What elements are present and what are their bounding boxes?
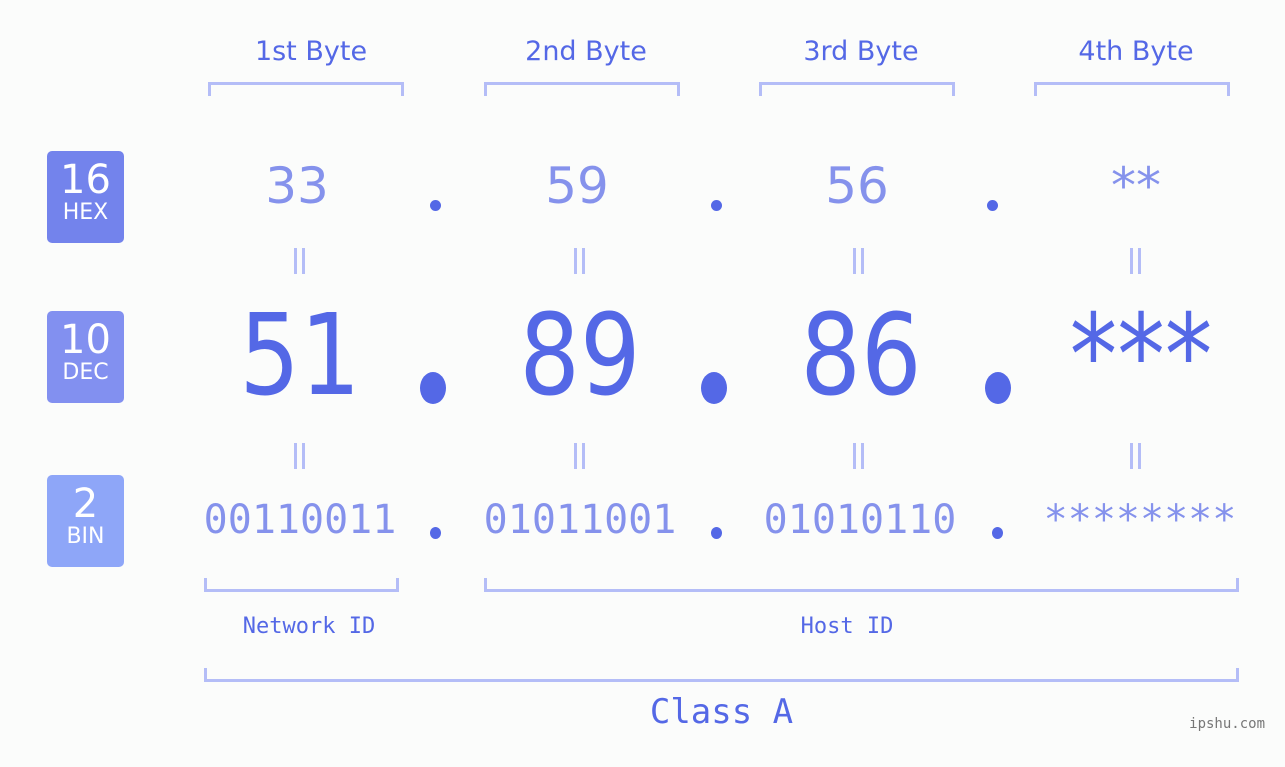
hex-dot-1 [430,200,441,211]
bin-dot-3 [992,527,1003,539]
dec-byte-1: 51 [239,291,361,421]
hex-dot-3 [987,200,998,211]
equals-icon [572,443,586,469]
bin-byte-3: 01010110 [763,497,957,543]
bin-byte-1: 00110011 [203,497,397,543]
hex-byte-2: 59 [545,157,609,215]
network-id-label: Network ID [242,614,376,639]
host-id-bracket [484,578,1239,592]
class-bracket [204,668,1239,682]
equals-icon [292,443,306,469]
dec-badge: 10 DEC [47,311,124,403]
bin-badge-base: 2 [72,481,99,527]
hex-byte-1: 33 [265,157,329,215]
equals-icon [572,248,586,274]
hex-badge: 16 HEX [47,151,124,243]
hex-byte-3: 56 [825,157,889,215]
byte-bracket-4 [1034,82,1230,96]
class-label: Class A [649,692,794,732]
dec-byte-4: *** [1069,291,1213,421]
dec-dot-1 [420,372,446,404]
byte-bracket-3 [759,82,955,96]
equals-icon [851,248,865,274]
equals-icon [292,248,306,274]
watermark: ipshu.com [1189,716,1265,732]
bin-badge-label: BIN [66,524,105,549]
byte-header-3: 3rd Byte [803,36,919,67]
bin-dot-1 [430,527,441,539]
byte-bracket-2 [484,82,680,96]
bin-dot-2 [711,527,722,539]
byte-header-1: 1st Byte [254,36,368,67]
byte-bracket-1 [208,82,404,96]
byte-header-2: 2nd Byte [525,36,647,67]
hex-byte-4: ** [1111,157,1161,215]
dec-dot-2 [701,372,727,404]
dec-badge-base: 10 [60,317,111,363]
dec-dot-3 [985,372,1011,404]
dec-byte-3: 86 [800,291,922,421]
hex-dot-2 [711,200,722,211]
hex-badge-base: 16 [60,157,111,203]
equals-icon [1128,443,1142,469]
equals-icon [851,443,865,469]
dec-byte-2: 89 [519,291,641,421]
bin-badge: 2 BIN [47,475,124,567]
dec-badge-label: DEC [62,360,109,385]
byte-header-4: 4th Byte [1078,36,1194,67]
network-id-bracket [204,578,399,592]
hex-badge-label: HEX [62,200,109,225]
bin-byte-2: 01011001 [483,497,677,543]
bin-byte-4: ******** [1043,497,1237,543]
equals-icon [1128,248,1142,274]
host-id-label: Host ID [800,614,894,639]
